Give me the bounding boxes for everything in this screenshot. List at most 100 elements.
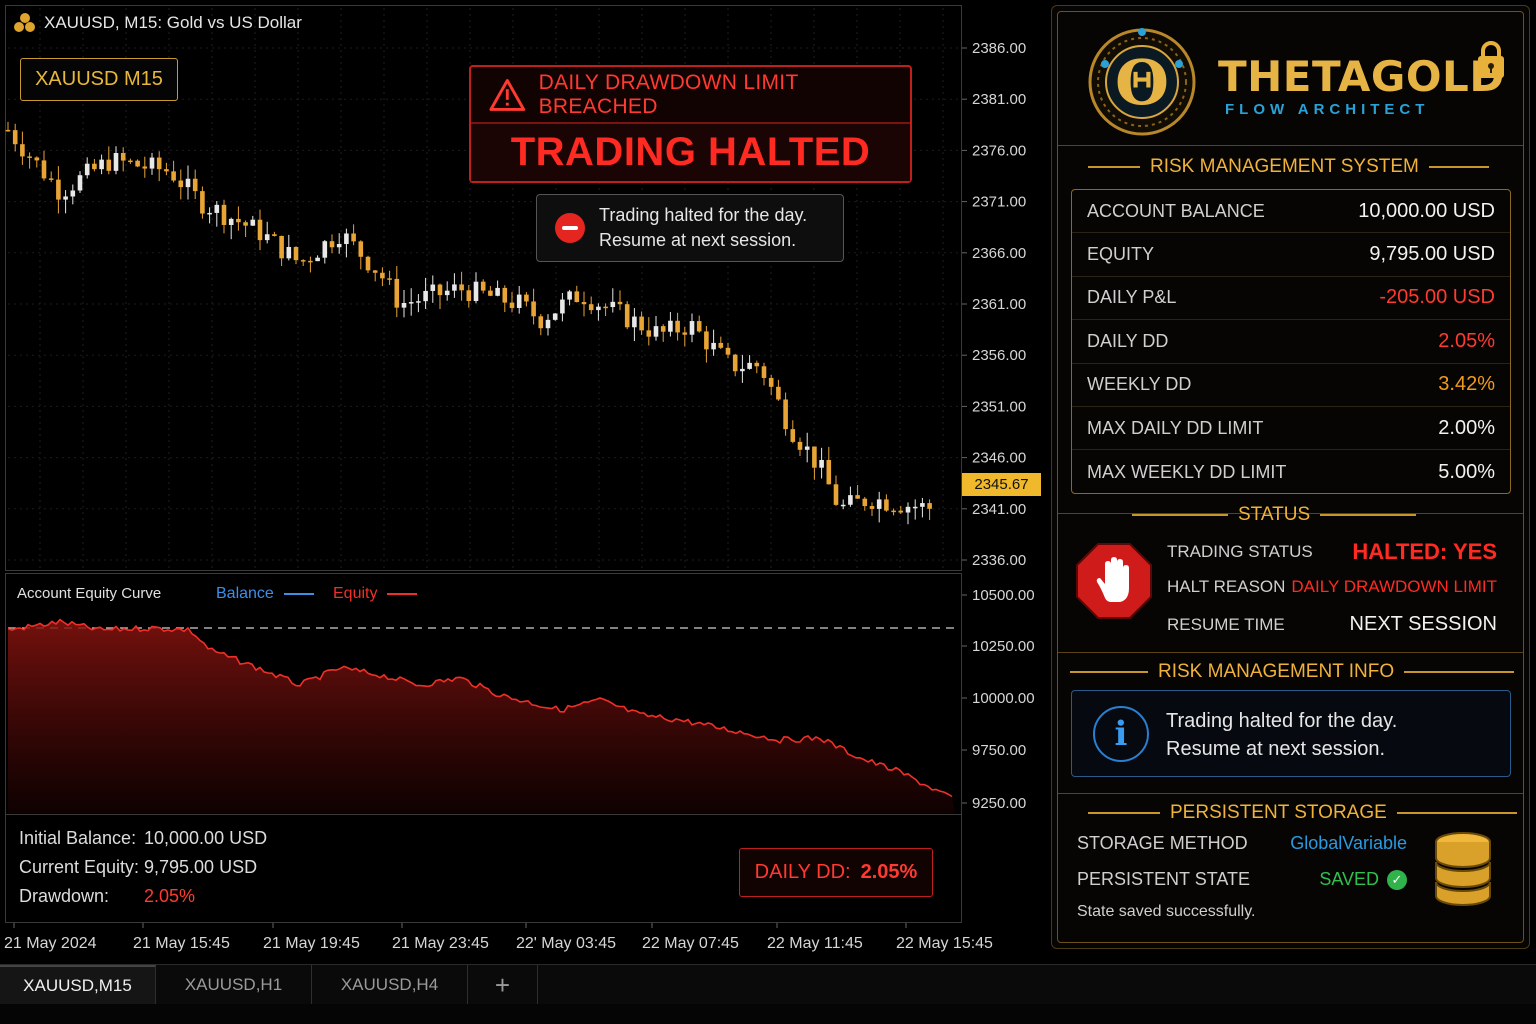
candle [927, 499, 932, 521]
divider-storage [1058, 793, 1523, 794]
current-equity-value: 9,795.00 USD [144, 857, 258, 877]
info-heading: RISK MANAGEMENT INFO [1070, 661, 1515, 683]
risk-row-label: MAX DAILY DD LIMIT [1087, 417, 1264, 438]
tab-xauusd-h4[interactable]: XAUUSD,H4 [312, 965, 468, 1005]
candle [804, 432, 810, 463]
divider-top [1058, 145, 1523, 146]
price-axis-label: 2341.00 [972, 501, 1026, 518]
time-axis-label: 21 May 15:45 [133, 935, 230, 952]
risk-table: ACCOUNT BALANCE 10,000.00 USD EQUITY 9,795.… [1071, 189, 1511, 494]
candle [279, 235, 284, 267]
candle [675, 312, 680, 341]
candle [84, 157, 90, 179]
candle [135, 159, 140, 168]
candle [34, 156, 40, 168]
equity-axis-label: 10000.00 [972, 690, 1035, 707]
candle [372, 269, 378, 282]
storage-method-value: GlobalVariable [1290, 833, 1407, 853]
candle [315, 255, 320, 262]
candle [581, 291, 587, 317]
candle [171, 160, 176, 183]
tab-xauusd-h1[interactable]: XAUUSD,H1 [156, 965, 312, 1005]
candle [912, 499, 918, 520]
persistent-state-value: SAVED [1319, 869, 1379, 889]
candle [610, 288, 616, 313]
halt-reason-value: DAILY DRAWDOWN LIMIT [1291, 577, 1497, 596]
legend-balance-line [283, 592, 314, 596]
resume-time-label: RESUME TIME [1167, 614, 1285, 634]
price-axis-label: 2376.00 [972, 142, 1026, 159]
risk-row-value: 3.42% [1438, 373, 1495, 396]
candle [452, 273, 457, 298]
candle [250, 215, 256, 226]
candle [387, 270, 392, 285]
candle [516, 286, 522, 314]
alert-header: DAILY DRAWDOWN LIMIT BREACHED [471, 67, 910, 124]
symbol-badge[interactable]: XAUUSD M15 [20, 58, 178, 101]
tab-xauusd-m15[interactable]: XAUUSD,M15 [0, 965, 156, 1005]
candle [768, 374, 774, 396]
legend-balance-label: Balance [216, 585, 274, 602]
price-axis-label: 2361.00 [972, 296, 1026, 313]
candle [200, 186, 205, 219]
warning-triangle-icon [489, 78, 526, 111]
storage-heading-text: PERSISTENT STORAGE [1170, 802, 1387, 823]
halt-toast: Trading halted for the day. Resume at ne… [536, 194, 844, 262]
trading-status-row: TRADING STATUS HALTED: YES [1167, 539, 1497, 565]
candle [898, 505, 904, 514]
brand-name: THETAGOLD [1218, 52, 1505, 101]
candle [308, 256, 313, 273]
alert-main-text: TRADING HALTED [471, 124, 910, 181]
candle [99, 154, 104, 175]
candle [243, 220, 248, 238]
legend-balance[interactable]: Balance [216, 585, 314, 603]
candle [552, 313, 558, 321]
status-heading-text: STATUS [1238, 504, 1311, 525]
candle [77, 171, 83, 193]
candle [300, 259, 306, 266]
candle [488, 286, 493, 297]
risk-row-label: WEEKLY DD [1087, 374, 1192, 395]
equity-area [8, 619, 955, 813]
candle [20, 131, 25, 165]
candle [92, 158, 97, 172]
candle [725, 342, 731, 359]
price-axis-label: 2386.00 [972, 40, 1026, 57]
candle [221, 199, 227, 234]
candle [401, 290, 407, 318]
candle [797, 437, 803, 457]
alert-header-text: DAILY DRAWDOWN LIMIT BREACHED [538, 70, 799, 118]
candle [840, 499, 846, 510]
equity-axis-label: 9750.00 [972, 742, 1026, 759]
candle [891, 508, 896, 516]
candle [365, 255, 371, 274]
candle [653, 315, 659, 341]
candle [819, 447, 824, 479]
risk-row-value: 2.00% [1438, 416, 1495, 439]
risk-row-label: ACCOUNT BALANCE [1087, 200, 1265, 221]
candle [185, 165, 191, 200]
price-axis-label: 2356.00 [972, 347, 1026, 364]
candle [178, 169, 184, 200]
add-tab-button[interactable]: + [468, 965, 538, 1005]
candle [884, 494, 889, 512]
candle [704, 326, 709, 363]
candle [732, 353, 738, 377]
lock-icon[interactable] [1476, 40, 1506, 80]
candle [502, 285, 508, 313]
candle [394, 265, 400, 318]
risk-row-value: 9,795.00 USD [1369, 243, 1495, 266]
halt-alert: DAILY DRAWDOWN LIMIT BREACHED TRADING HA… [469, 65, 912, 183]
legend-equity[interactable]: Equity [333, 585, 418, 603]
candle [149, 152, 155, 175]
candle [660, 324, 666, 342]
candle [329, 234, 335, 254]
candle [56, 166, 61, 214]
toast-line-2: Resume at next session. [599, 230, 797, 250]
info-line-2: Resume at next session. [1166, 738, 1385, 760]
risk-row: DAILY P&L -205.00 USD [1072, 277, 1510, 321]
time-axis-label: 22 May 11:45 [767, 935, 863, 952]
equity-axis-label: 9250.00 [972, 795, 1026, 812]
candle [920, 497, 925, 518]
candle [322, 239, 328, 264]
